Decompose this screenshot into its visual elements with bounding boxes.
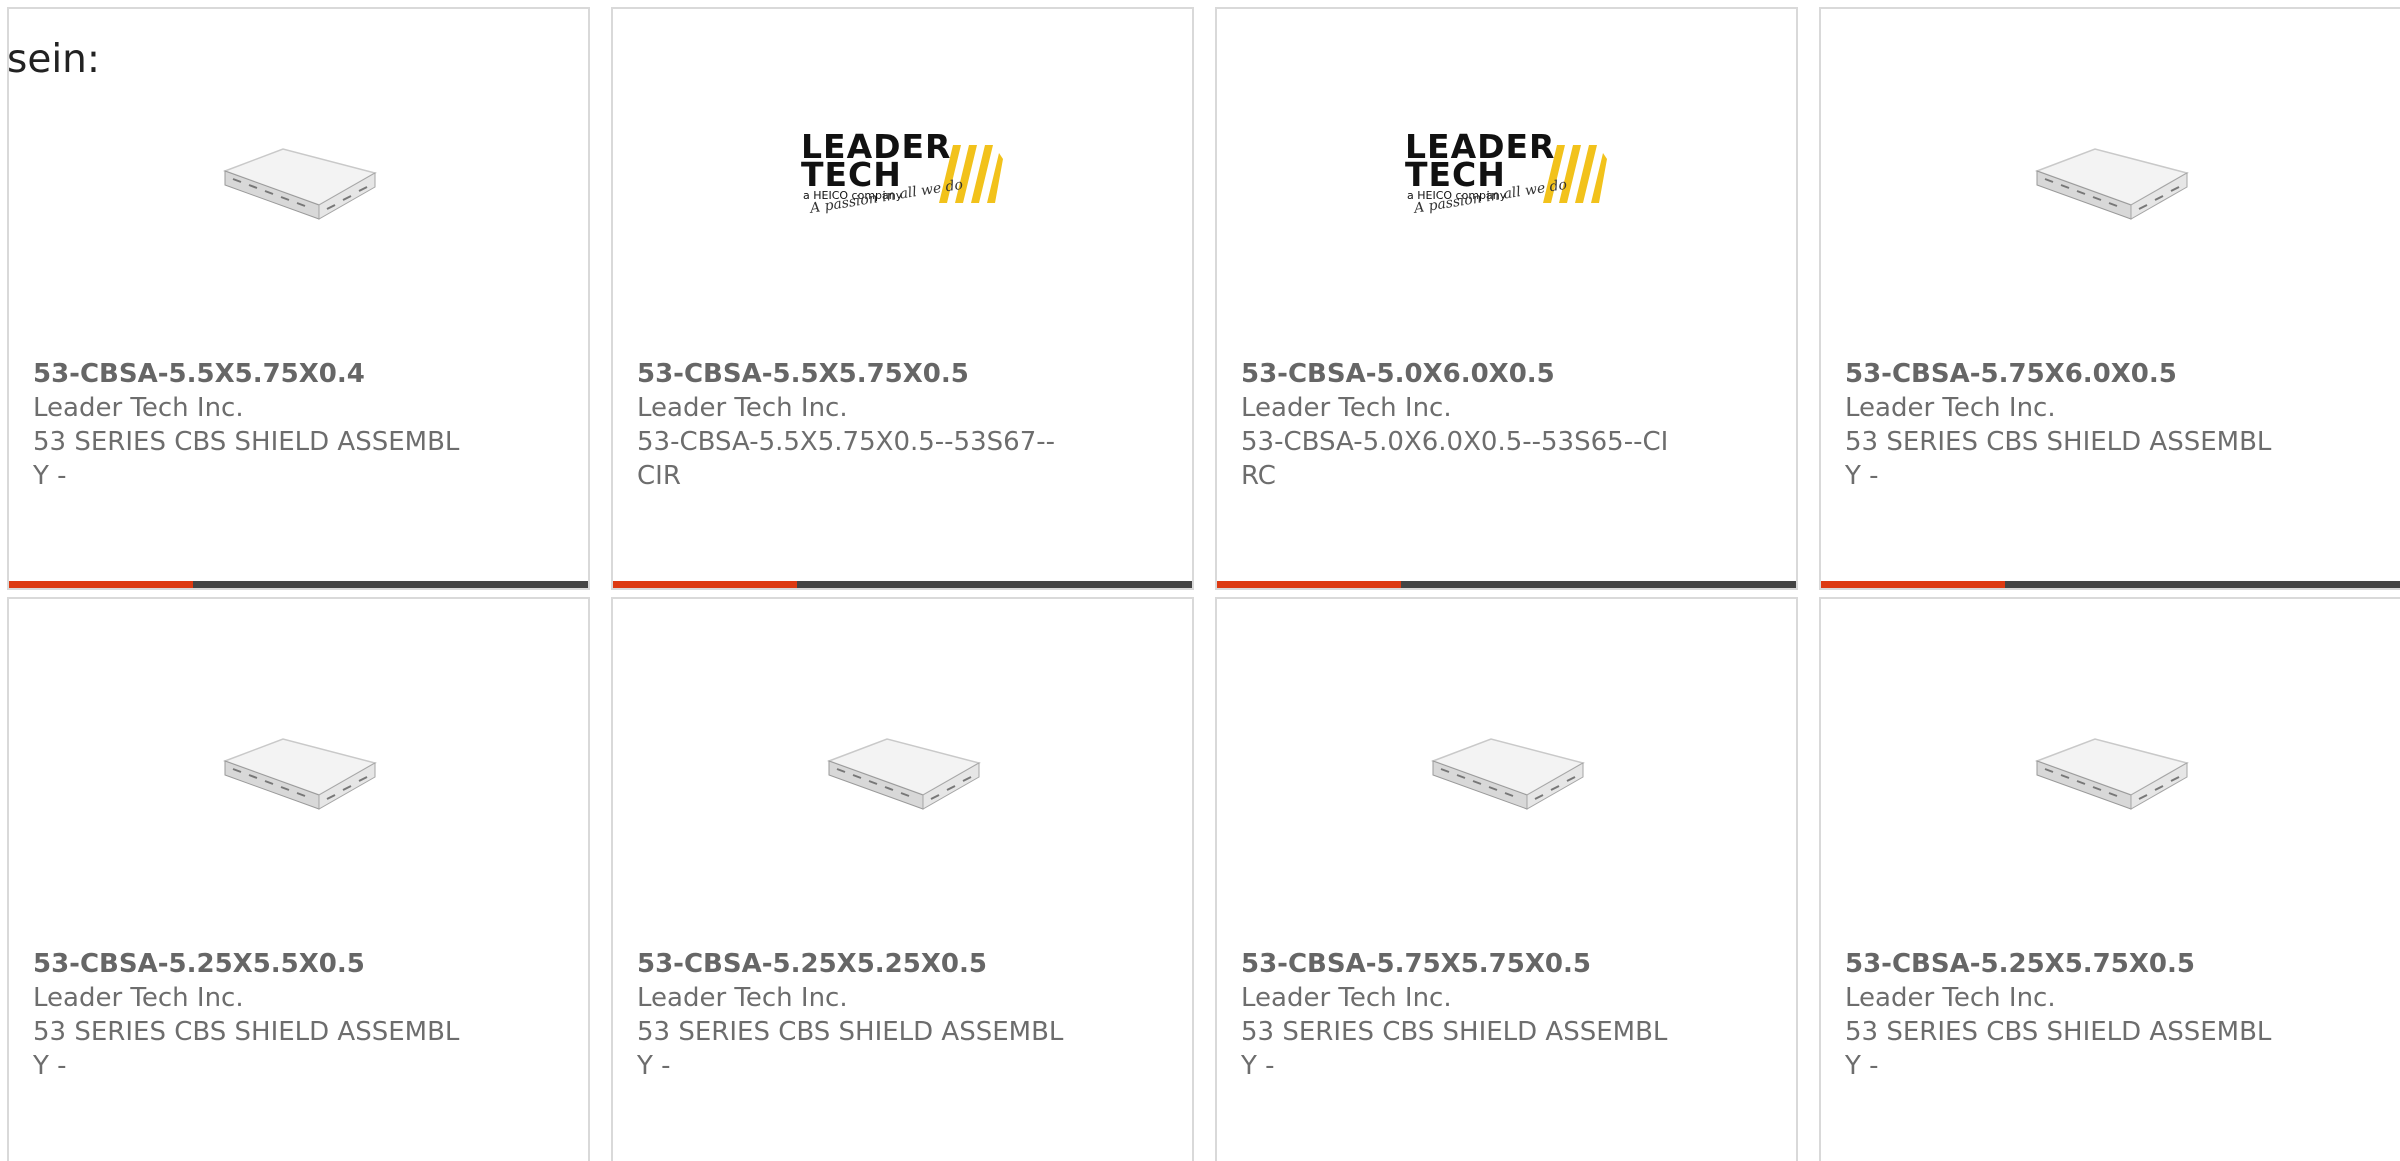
shield-image: [2034, 148, 2189, 220]
product-description: 53 SERIES CBS SHIELD ASSEMBLY -: [1845, 1017, 2272, 1081]
manufacturer: Leader Tech Inc.: [1241, 393, 1452, 423]
product-info: 53-CBSA-5.5X5.75X0.5 Leader Tech Inc. 53…: [637, 357, 1168, 493]
product-description: 53-CBSA-5.5X5.75X0.5--53S67--CIR: [637, 427, 1055, 491]
logo-wordmark: LEADER TECH: [801, 127, 952, 194]
logo-stripes-icon: [939, 145, 1003, 203]
part-number-link[interactable]: 53-CBSA-5.5X5.75X0.4: [33, 357, 564, 391]
product-image[interactable]: [1821, 9, 2400, 349]
product-card[interactable]: 53-CBSA-5.75X6.0X0.5 Leader Tech Inc. 53…: [1819, 7, 2400, 590]
product-info: 53-CBSA-5.75X6.0X0.5 Leader Tech Inc. 53…: [1845, 357, 2376, 493]
card-accent-bar: [1217, 581, 1401, 588]
product-info: 53-CBSA-5.0X6.0X0.5 Leader Tech Inc. 53-…: [1241, 357, 1772, 493]
card-accent-bar: [613, 581, 797, 588]
manufacturer: Leader Tech Inc.: [1241, 983, 1452, 1013]
product-image[interactable]: [9, 599, 588, 939]
product-image[interactable]: [1217, 599, 1796, 939]
shield-image: [1430, 738, 1585, 810]
product-description: 53 SERIES CBS SHIELD ASSEMBLY -: [33, 427, 460, 491]
card-footer-bar: [1821, 581, 2400, 588]
product-description: 53 SERIES CBS SHIELD ASSEMBLY -: [637, 1017, 1064, 1081]
part-number-link[interactable]: 53-CBSA-5.75X6.0X0.5: [1845, 357, 2376, 391]
product-card[interactable]: 53-CBSA-5.25X5.25X0.5 Leader Tech Inc. 5…: [611, 597, 1194, 1161]
leader-tech-logo: LEADER TECH a HEICO company A passion in…: [1405, 127, 1615, 233]
product-card[interactable]: LEADER TECH a HEICO company A passion in…: [611, 7, 1194, 590]
manufacturer: Leader Tech Inc.: [637, 393, 848, 423]
part-number-link[interactable]: 53-CBSA-5.0X6.0X0.5: [1241, 357, 1772, 391]
product-description: 53 SERIES CBS SHIELD ASSEMBLY -: [1241, 1017, 1668, 1081]
product-info: 53-CBSA-5.5X5.75X0.4 Leader Tech Inc. 53…: [33, 357, 564, 493]
product-card[interactable]: 53-CBSA-5.75X5.75X0.5 Leader Tech Inc. 5…: [1215, 597, 1798, 1161]
product-image[interactable]: [1821, 599, 2400, 939]
product-info: 53-CBSA-5.25X5.75X0.5 Leader Tech Inc. 5…: [1845, 947, 2376, 1083]
manufacturer: Leader Tech Inc.: [33, 983, 244, 1013]
logo-wordmark: LEADER TECH: [1405, 127, 1556, 194]
product-info: 53-CBSA-5.25X5.5X0.5 Leader Tech Inc. 53…: [33, 947, 564, 1083]
manufacturer: Leader Tech Inc.: [33, 393, 244, 423]
part-number-link[interactable]: 53-CBSA-5.25X5.25X0.5: [637, 947, 1168, 981]
part-number-link[interactable]: 53-CBSA-5.25X5.5X0.5: [33, 947, 564, 981]
product-image[interactable]: LEADER TECH a HEICO company A passion in…: [1217, 9, 1796, 349]
product-description: 53-CBSA-5.0X6.0X0.5--53S65--CIRC: [1241, 427, 1669, 491]
manufacturer: Leader Tech Inc.: [637, 983, 848, 1013]
part-number-link[interactable]: 53-CBSA-5.25X5.75X0.5: [1845, 947, 2376, 981]
card-footer-bar: [9, 581, 588, 588]
product-description: 53 SERIES CBS SHIELD ASSEMBLY -: [33, 1017, 460, 1081]
shield-image: [826, 738, 981, 810]
card-accent-bar: [9, 581, 193, 588]
shield-image: [2034, 738, 2189, 810]
card-accent-bar: [1821, 581, 2005, 588]
product-card[interactable]: 53-CBSA-5.25X5.75X0.5 Leader Tech Inc. 5…: [1819, 597, 2400, 1161]
product-info: 53-CBSA-5.75X5.75X0.5 Leader Tech Inc. 5…: [1241, 947, 1772, 1083]
product-card[interactable]: 53-CBSA-5.5X5.75X0.4 Leader Tech Inc. 53…: [7, 7, 590, 590]
product-description: 53 SERIES CBS SHIELD ASSEMBLY -: [1845, 427, 2272, 491]
part-number-link[interactable]: 53-CBSA-5.5X5.75X0.5: [637, 357, 1168, 391]
card-footer-bar: [613, 581, 1192, 588]
product-card[interactable]: 53-CBSA-5.25X5.5X0.5 Leader Tech Inc. 53…: [7, 597, 590, 1161]
manufacturer: Leader Tech Inc.: [1845, 983, 2056, 1013]
shield-image: [222, 148, 377, 220]
logo-stripes-icon: [1543, 145, 1607, 203]
product-info: 53-CBSA-5.25X5.25X0.5 Leader Tech Inc. 5…: [637, 947, 1168, 1083]
intro-text: sein:: [7, 37, 101, 82]
leader-tech-logo: LEADER TECH a HEICO company A passion in…: [801, 127, 1011, 233]
card-footer-bar: [1217, 581, 1796, 588]
manufacturer: Leader Tech Inc.: [1845, 393, 2056, 423]
product-image[interactable]: [613, 599, 1192, 939]
product-grid-page: sein: 53-CBSA-5.5X5.75X0.4 Leader Tech I…: [0, 0, 2400, 1161]
product-image[interactable]: LEADER TECH a HEICO company A passion in…: [613, 9, 1192, 349]
product-card[interactable]: LEADER TECH a HEICO company A passion in…: [1215, 7, 1798, 590]
part-number-link[interactable]: 53-CBSA-5.75X5.75X0.5: [1241, 947, 1772, 981]
shield-image: [222, 738, 377, 810]
